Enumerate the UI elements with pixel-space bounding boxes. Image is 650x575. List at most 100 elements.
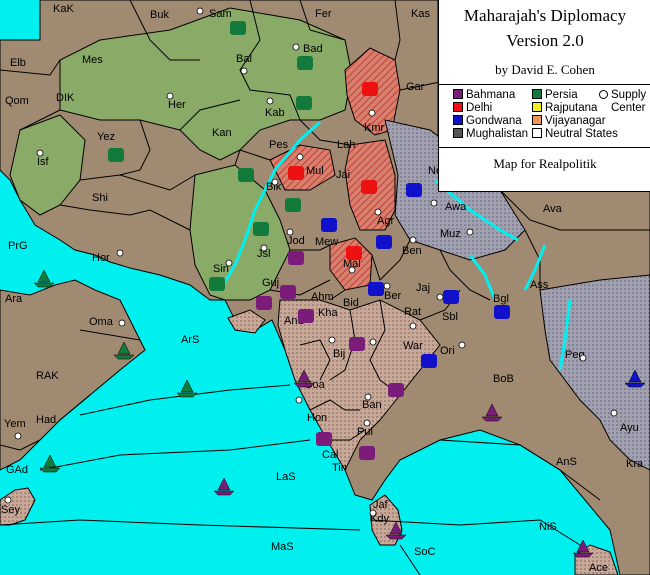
- elephant-army-icon: [253, 222, 269, 236]
- svg-text:Sbl: Sbl: [442, 311, 458, 323]
- elephant-army-icon: [376, 235, 392, 249]
- svg-text:Kan: Kan: [212, 127, 232, 139]
- svg-text:Fer: Fer: [315, 8, 332, 20]
- svg-text:SoC: SoC: [414, 546, 435, 558]
- svg-text:KaK: KaK: [53, 3, 74, 15]
- svg-text:Ben: Ben: [402, 245, 422, 257]
- legend-bahmana: Bahmana: [453, 89, 515, 101]
- svg-text:Hor: Hor: [92, 252, 110, 264]
- legend-rajputana: Rajputana: [532, 102, 597, 114]
- svg-text:Ber: Ber: [384, 290, 401, 302]
- svg-text:NiS: NiS: [539, 521, 557, 533]
- svg-text:Sey: Sey: [1, 504, 20, 516]
- svg-text:Ori: Ori: [440, 345, 455, 357]
- legend-delhi: Delhi: [453, 102, 492, 114]
- svg-text:Jai: Jai: [336, 169, 350, 181]
- svg-text:Mul: Mul: [306, 165, 324, 177]
- elephant-army-icon: [388, 383, 404, 397]
- svg-text:Ban: Ban: [362, 399, 382, 411]
- svg-text:Ayu: Ayu: [620, 422, 639, 434]
- legend-gondwana: Gondwana: [453, 115, 522, 127]
- svg-text:PrG: PrG: [8, 240, 28, 252]
- svg-text:Her: Her: [168, 99, 186, 111]
- svg-text:Ahm: Ahm: [311, 291, 334, 303]
- legend-center: Center: [611, 102, 646, 114]
- elephant-army-icon: [316, 432, 332, 446]
- svg-text:Awa: Awa: [445, 201, 467, 213]
- elephant-army-icon: [421, 354, 437, 368]
- elephant-army-icon: [406, 183, 422, 197]
- svg-text:Ara: Ara: [5, 293, 23, 305]
- legend-vijayanagar: Vijayanagar: [532, 115, 606, 127]
- svg-text:War: War: [403, 340, 423, 352]
- svg-text:Rat: Rat: [404, 306, 421, 318]
- svg-text:ArS: ArS: [181, 334, 199, 346]
- svg-text:Jod: Jod: [287, 235, 305, 247]
- elephant-army-icon: [443, 290, 459, 304]
- elephant-army-icon: [209, 277, 225, 291]
- svg-text:GAd: GAd: [6, 464, 28, 476]
- svg-text:Mew: Mew: [315, 236, 338, 248]
- svg-text:Bal: Bal: [236, 53, 252, 65]
- legend: Bahmana Persia Supply Delhi Rajputana Ce…: [439, 84, 650, 148]
- svg-text:Bad: Bad: [303, 43, 323, 55]
- svg-text:BoB: BoB: [493, 373, 514, 385]
- elephant-army-icon: [285, 198, 301, 212]
- svg-text:Pul: Pul: [357, 426, 373, 438]
- svg-text:Isf: Isf: [37, 156, 50, 168]
- supply-center-icon: [599, 90, 608, 99]
- svg-text:Lah: Lah: [337, 139, 355, 151]
- svg-text:Yez: Yez: [97, 131, 115, 143]
- elephant-army-icon: [346, 246, 362, 260]
- svg-text:Cal: Cal: [322, 449, 339, 461]
- diplomacy-map: KaK Buk Sam Fer Kas Elb Mes Bad Bal Qom …: [0, 0, 650, 575]
- svg-text:Agr: Agr: [377, 215, 394, 227]
- elephant-army-icon: [238, 168, 254, 182]
- elephant-army-icon: [230, 21, 246, 35]
- svg-text:Elb: Elb: [10, 57, 26, 69]
- elephant-army-icon: [494, 305, 510, 319]
- svg-text:Bij: Bij: [333, 348, 345, 360]
- svg-text:Jaf: Jaf: [373, 499, 389, 511]
- svg-text:Qom: Qom: [5, 95, 29, 107]
- svg-text:Gar: Gar: [406, 81, 425, 93]
- map-subtitle: Map for Realpolitik: [493, 156, 597, 171]
- svg-text:Ass: Ass: [530, 279, 549, 291]
- svg-text:Muz: Muz: [440, 228, 461, 240]
- svg-text:Pes: Pes: [269, 139, 288, 151]
- elephant-army-icon: [288, 166, 304, 180]
- svg-text:Guj: Guj: [262, 277, 279, 289]
- elephant-army-icon: [280, 285, 296, 299]
- svg-text:Bgl: Bgl: [493, 293, 509, 305]
- elephant-army-icon: [297, 56, 313, 70]
- svg-text:Kmr: Kmr: [364, 122, 385, 134]
- svg-text:Had: Had: [36, 414, 56, 426]
- svg-text:Hon: Hon: [307, 412, 327, 424]
- svg-text:Oma: Oma: [89, 316, 114, 328]
- svg-text:Kas: Kas: [411, 8, 430, 20]
- map-version: Version 2.0: [506, 31, 584, 50]
- elephant-army-icon: [362, 82, 378, 96]
- legend-supply: Supply: [599, 89, 646, 101]
- svg-text:AnS: AnS: [556, 456, 577, 468]
- elephant-army-icon: [108, 148, 124, 162]
- svg-text:Ace: Ace: [589, 562, 608, 574]
- elephant-army-icon: [361, 180, 377, 194]
- map-title: Maharajah's Diplomacy: [463, 6, 627, 25]
- legend-persia: Persia: [532, 89, 578, 101]
- elephant-army-icon: [359, 446, 375, 460]
- elephant-army-icon: [368, 282, 384, 296]
- svg-text:Mes: Mes: [82, 54, 103, 66]
- elephant-army-icon: [256, 296, 272, 310]
- elephant-army-icon: [288, 251, 304, 265]
- map-byline: by David E. Cohen: [495, 62, 595, 77]
- legend-neutral: Neutral States: [532, 128, 618, 140]
- title-legend-panel: Maharajah's Diplomacy Version 2.0 by Dav…: [438, 0, 650, 192]
- svg-text:Kab: Kab: [265, 107, 285, 119]
- svg-text:Ava: Ava: [543, 203, 563, 215]
- svg-text:RAK: RAK: [36, 370, 59, 382]
- elephant-army-icon: [298, 309, 314, 323]
- legend-mughalistan: Mughalistan: [453, 128, 528, 140]
- svg-text:Jaj: Jaj: [416, 282, 430, 294]
- elephant-army-icon: [321, 218, 337, 232]
